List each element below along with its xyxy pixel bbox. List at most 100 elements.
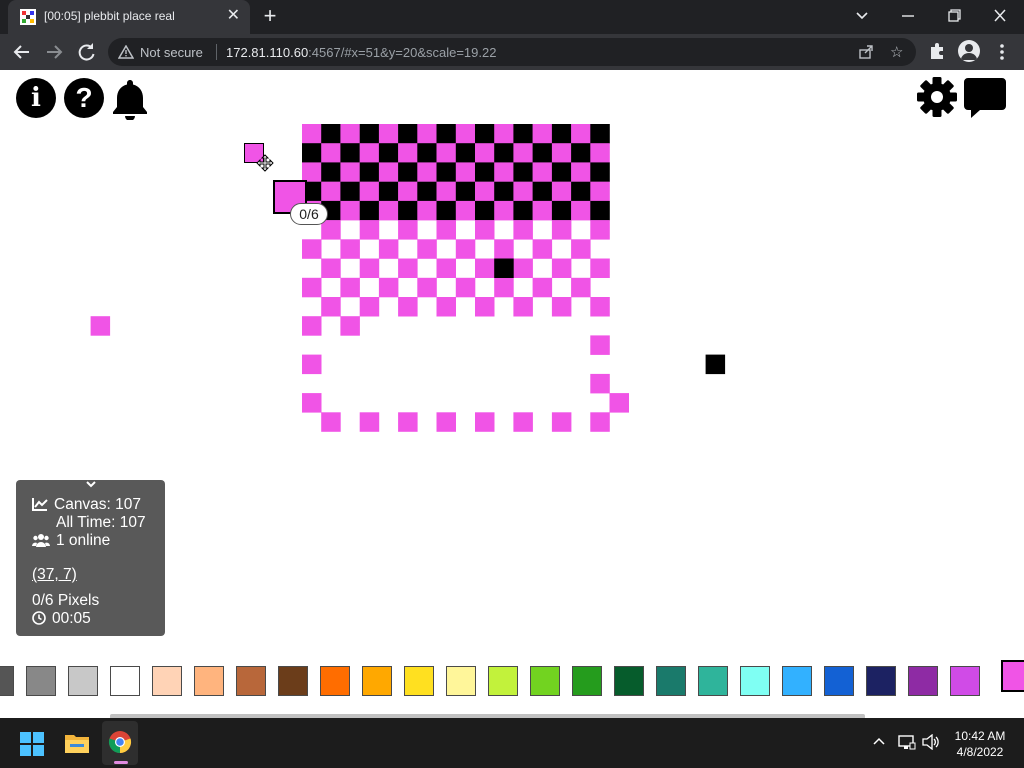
canvas-pixel xyxy=(513,162,533,182)
palette-swatch[interactable] xyxy=(152,666,182,696)
chevron-up-icon[interactable] xyxy=(872,736,886,746)
palette-swatch[interactable] xyxy=(698,666,728,696)
system-clock[interactable]: 10:42 AM 4/8/2022 xyxy=(950,728,1010,760)
canvas-pixel xyxy=(475,258,495,278)
bookmark-star-icon[interactable]: ☆ xyxy=(890,43,903,61)
canvas-pixel xyxy=(340,143,360,163)
palette-swatch[interactable] xyxy=(26,666,56,696)
canvas-pixel xyxy=(532,181,553,202)
browser-tab[interactable]: [00:05] plebbit place real ✕ xyxy=(8,0,250,34)
palette-swatch[interactable] xyxy=(0,666,14,696)
profile-avatar-icon[interactable] xyxy=(958,40,980,62)
tab-search-icon[interactable] xyxy=(850,6,874,26)
chrome-icon[interactable] xyxy=(108,730,132,754)
canvas-pixel xyxy=(590,220,610,240)
canvas-pixel xyxy=(321,297,341,317)
tab-close-icon[interactable]: ✕ xyxy=(227,7,240,25)
bell-icon[interactable] xyxy=(110,76,150,120)
network-icon[interactable] xyxy=(898,734,916,750)
reload-icon[interactable] xyxy=(74,40,98,64)
windows-taskbar: 10:42 AM 4/8/2022 xyxy=(0,718,1024,768)
canvas-pixel xyxy=(302,316,322,336)
canvas-pixel xyxy=(475,162,495,182)
windows-start-icon[interactable] xyxy=(20,732,44,756)
canvas-pixel xyxy=(417,124,437,144)
chat-icon[interactable] xyxy=(962,76,1008,120)
volume-icon[interactable] xyxy=(922,734,940,750)
canvas-pixel xyxy=(398,200,418,221)
canvas-pixel xyxy=(359,162,380,182)
restore-icon[interactable] xyxy=(942,6,966,26)
palette-swatch[interactable] xyxy=(404,666,434,696)
canvas-pixel xyxy=(359,181,380,202)
url-path: :4567/#x=51&y=20&scale=19.22 xyxy=(308,45,497,60)
canvas-pixel xyxy=(302,277,322,298)
canvas-pixel xyxy=(436,143,456,163)
page-content: i ? 0/6 Canvas: 107 All Time: 107 1 onli… xyxy=(0,70,1024,718)
canvas-pixel xyxy=(571,124,591,144)
info-icon[interactable]: i xyxy=(16,78,56,118)
palette-swatch[interactable] xyxy=(320,666,350,696)
help-icon[interactable]: ? xyxy=(64,78,104,118)
canvas-pixel xyxy=(475,200,495,221)
file-explorer-icon[interactable] xyxy=(64,732,90,754)
canvas-pixel xyxy=(378,162,399,182)
canvas-pixel xyxy=(359,412,380,432)
canvas-pixel xyxy=(398,258,418,278)
palette-swatch[interactable] xyxy=(110,666,140,696)
palette-swatch[interactable] xyxy=(530,666,560,696)
canvas-pixel xyxy=(340,239,360,259)
warning-icon[interactable] xyxy=(118,45,134,59)
palette-swatch[interactable] xyxy=(362,666,392,696)
canvas-pixel xyxy=(359,143,380,163)
canvas-pixel xyxy=(321,412,341,432)
palette-swatch-selected[interactable] xyxy=(1001,660,1024,692)
window-close-icon[interactable] xyxy=(988,6,1012,26)
minimize-icon[interactable] xyxy=(896,6,920,26)
canvas-pixel xyxy=(494,143,514,163)
canvas-pixel xyxy=(398,143,418,163)
canvas-count-row: Canvas: 107 xyxy=(32,496,141,514)
palette-swatch[interactable] xyxy=(278,666,308,696)
extensions-icon[interactable] xyxy=(928,42,946,60)
url-host: 172.81.110.60 xyxy=(226,45,309,60)
address-bar[interactable]: Not secure 172.81.110.60:4567/#x=51&y=20… xyxy=(108,38,916,66)
chevron-down-icon[interactable] xyxy=(84,478,98,490)
palette-swatch[interactable] xyxy=(908,666,938,696)
canvas-pixel xyxy=(359,200,380,221)
palette-swatch[interactable] xyxy=(950,666,980,696)
canvas-pixel xyxy=(321,124,341,144)
palette-swatch[interactable] xyxy=(614,666,644,696)
new-tab-button[interactable]: + xyxy=(258,4,282,28)
palette-swatch[interactable] xyxy=(572,666,602,696)
palette-swatch[interactable] xyxy=(236,666,266,696)
palette-swatch[interactable] xyxy=(740,666,770,696)
canvas-pixel xyxy=(551,162,572,182)
palette-swatch[interactable] xyxy=(68,666,98,696)
canvas-pixel xyxy=(475,412,495,432)
palette-swatch[interactable] xyxy=(866,666,896,696)
canvas-pixel xyxy=(494,162,514,182)
security-label[interactable]: Not secure xyxy=(140,45,203,60)
palette-swatch[interactable] xyxy=(782,666,812,696)
palette-swatch[interactable] xyxy=(824,666,854,696)
canvas-pixel xyxy=(590,335,610,355)
share-icon[interactable] xyxy=(858,44,874,60)
canvas-pixel xyxy=(455,124,476,144)
coordinates-link[interactable]: (37, 7) xyxy=(32,566,77,584)
palette-swatch[interactable] xyxy=(446,666,476,696)
palette-swatch[interactable] xyxy=(656,666,686,696)
canvas-pixel xyxy=(302,239,322,259)
url-text[interactable]: 172.81.110.60:4567/#x=51&y=20&scale=19.2… xyxy=(226,45,496,60)
canvas-pixel xyxy=(455,143,476,163)
forward-arrow-icon[interactable] xyxy=(42,40,66,64)
canvas-pixel xyxy=(398,220,418,240)
canvas-pixel xyxy=(378,277,399,298)
palette-swatch[interactable] xyxy=(194,666,224,696)
canvas-pixel xyxy=(475,143,495,163)
canvas-pixel xyxy=(494,277,514,298)
kebab-menu-icon[interactable] xyxy=(992,42,1012,62)
palette-swatch[interactable] xyxy=(488,666,518,696)
back-arrow-icon[interactable] xyxy=(10,40,34,64)
gear-icon[interactable] xyxy=(916,76,958,118)
